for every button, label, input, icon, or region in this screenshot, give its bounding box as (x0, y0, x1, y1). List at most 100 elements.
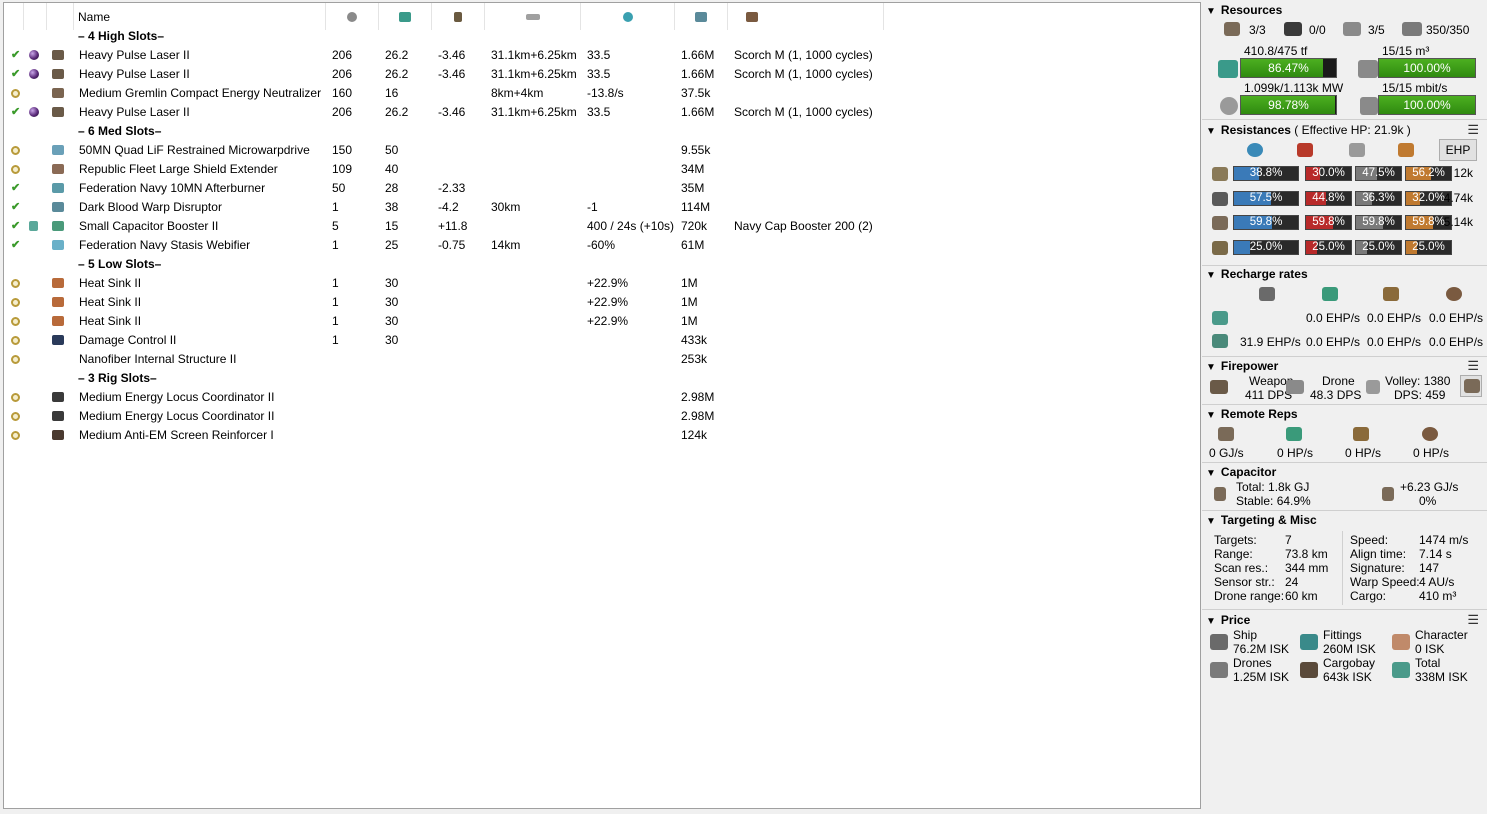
charge-column-header[interactable] (24, 3, 47, 30)
slot-section-header[interactable]: – 6 Med Slots– (4, 122, 1194, 141)
character-price-label: Character (1415, 628, 1468, 642)
ammo-column-header[interactable] (728, 3, 884, 30)
firepower-menu-icon[interactable]: ☰ (1467, 358, 1479, 374)
module-row[interactable]: Republic Fleet Large Shield Extender 109 4… (4, 160, 1194, 179)
turret-icon (52, 46, 64, 65)
module-stat-c1: 5 (332, 219, 339, 233)
module-online-icon[interactable] (11, 426, 20, 445)
module-row[interactable]: Heat Sink II 1 30 +22.9% 1M (4, 274, 1194, 293)
module-row[interactable]: 50MN Quad LiF Restrained Microwarpdrive 1… (4, 141, 1194, 160)
module-active-icon[interactable]: ✔ (11, 179, 20, 198)
module-row[interactable]: ✔ Heavy Pulse Laser II 206 26.2 -3.46 31.1km+… (4, 65, 1194, 84)
calibration-icon (1402, 22, 1422, 36)
turret-hardpoint-icon (1224, 22, 1240, 36)
name-column-header[interactable]: Name (74, 3, 326, 30)
powergrid-column-header[interactable] (379, 3, 432, 30)
module-row[interactable]: ✔ Federation Navy Stasis Webifier 1 25 -0.75… (4, 236, 1194, 255)
recharge-header[interactable]: ▼ Recharge rates (1206, 266, 1308, 282)
module-row[interactable]: Medium Energy Locus Coordinator II 2.98M (4, 388, 1194, 407)
resistance-value: 59.8% (1249, 216, 1283, 228)
module-name: Damage Control II (79, 333, 177, 347)
resistances-menu-icon[interactable]: ☰ (1467, 122, 1479, 138)
ehp-toggle-button[interactable]: EHP (1439, 139, 1477, 161)
module-online-icon[interactable] (11, 350, 20, 369)
module-stat-c2: 26.2 (385, 105, 409, 119)
module-row[interactable]: Heat Sink II 1 30 +22.9% 1M (4, 312, 1194, 331)
module-online-icon[interactable] (11, 141, 20, 160)
stat-label: Signature: (1350, 561, 1405, 575)
module-stat-c5: -13.8/s (587, 86, 624, 100)
module-stat-c6: 1M (681, 314, 698, 328)
module-name: Federation Navy 10MN Afterburner (79, 181, 266, 195)
drone-active-count: 3/5 (1368, 23, 1385, 37)
divider (1202, 510, 1487, 511)
resistances-header[interactable]: ▼ Resistances ( Effective HP: 21.9k ) (1206, 122, 1411, 138)
module-stat-c6: 61M (681, 238, 705, 252)
module-stat-c2: 50 (385, 143, 399, 157)
slot-section-header[interactable]: – 4 High Slots– (4, 27, 1194, 46)
resistance-value: 30.0% (1312, 167, 1345, 179)
rig-icon (52, 407, 64, 426)
misc-column-header[interactable] (581, 3, 675, 30)
module-online-icon[interactable] (11, 84, 20, 103)
drone-bay-label: 15/15 m³ (1382, 44, 1430, 58)
crystal-charge-icon (29, 65, 39, 84)
module-online-icon[interactable] (11, 407, 20, 426)
divider (1202, 404, 1487, 405)
capacitor-column-header[interactable] (432, 3, 485, 30)
resistance-bar: 25.0% (1355, 240, 1402, 255)
price-menu-icon[interactable]: ☰ (1467, 612, 1479, 628)
stat-value: 60 km (1285, 589, 1318, 603)
module-row[interactable]: Medium Gremlin Compact Energy Neutralize… (4, 84, 1194, 103)
module-active-icon[interactable]: ✔ (11, 198, 20, 217)
state-column-header[interactable] (4, 3, 24, 30)
module-row[interactable]: Heat Sink II 1 30 +22.9% 1M (4, 293, 1194, 312)
price-column-header[interactable] (675, 3, 728, 30)
range-icon (525, 13, 540, 20)
sustained-hull-rate: 0.0 EHP/s (1429, 335, 1484, 349)
module-stat-c5: 33.5 (587, 48, 611, 62)
module-online-icon[interactable] (11, 388, 20, 407)
microwarpdrive-icon (52, 141, 64, 160)
module-row[interactable]: ✔ Heavy Pulse Laser II 206 26.2 -3.46 31.1km+… (4, 46, 1194, 65)
module-active-icon[interactable]: ✔ (11, 217, 20, 236)
module-online-icon[interactable] (11, 160, 20, 179)
cpu-column-header[interactable] (326, 3, 379, 30)
powergrid-resource-icon (1220, 97, 1238, 115)
module-online-icon[interactable] (11, 274, 20, 293)
module-row[interactable]: ✔ Heavy Pulse Laser II 206 26.2 -3.46 31.1km+… (4, 103, 1194, 122)
range-column-header[interactable] (485, 3, 581, 30)
cap-booster-icon (52, 217, 64, 236)
module-active-icon[interactable]: ✔ (11, 236, 20, 255)
icon-column-header[interactable] (47, 3, 74, 30)
remote-reps-header[interactable]: ▼ Remote Reps (1206, 406, 1298, 422)
module-active-icon[interactable]: ✔ (11, 46, 20, 65)
resources-header[interactable]: ▼ Resources (1206, 2, 1282, 18)
bandwidth-gauge-value: 100.00% (1403, 98, 1451, 112)
module-stat-c6: 2.98M (681, 409, 715, 423)
module-stat-c1: 150 (332, 143, 353, 157)
module-online-icon[interactable] (11, 293, 20, 312)
price-header[interactable]: ▼ Price (1206, 612, 1250, 628)
module-row[interactable]: Damage Control II 1 30 433k (4, 331, 1194, 350)
module-active-icon[interactable]: ✔ (11, 103, 20, 122)
module-row[interactable]: Nanofiber Internal Structure II 253k (4, 350, 1194, 369)
firepower-title: Firepower (1220, 359, 1279, 373)
module-row[interactable]: ✔ Small Capacitor Booster II 5 15 +11.8 400 /… (4, 217, 1194, 236)
slot-section-header[interactable]: – 3 Rig Slots– (4, 369, 1194, 388)
module-active-icon[interactable]: ✔ (11, 65, 20, 84)
shield-recharge-icon (1259, 287, 1275, 301)
module-row[interactable]: ✔ Federation Navy 10MN Afterburner 50 28 -2.… (4, 179, 1194, 198)
firepower-header[interactable]: ▼ Firepower (1206, 358, 1278, 374)
fitting-panel: Name – 4 High Slots– ✔ Heavy Pulse Laser I… (3, 2, 1201, 809)
module-stat-c6: 720k (681, 219, 708, 233)
module-row[interactable]: ✔ Dark Blood Warp Disruptor 1 38 -4.2 30km -1 1… (4, 198, 1194, 217)
capacitor-header[interactable]: ▼ Capacitor (1206, 464, 1276, 480)
slot-section-header[interactable]: – 5 Low Slots– (4, 255, 1194, 274)
module-row[interactable]: Medium Energy Locus Coordinator II 2.98M (4, 407, 1194, 426)
module-online-icon[interactable] (11, 312, 20, 331)
damage-pattern-button[interactable] (1460, 375, 1482, 397)
module-row[interactable]: Medium Anti-EM Screen Reinforcer I 124k (4, 426, 1194, 445)
module-online-icon[interactable] (11, 331, 20, 350)
targeting-header[interactable]: ▼ Targeting & Misc (1206, 512, 1317, 528)
